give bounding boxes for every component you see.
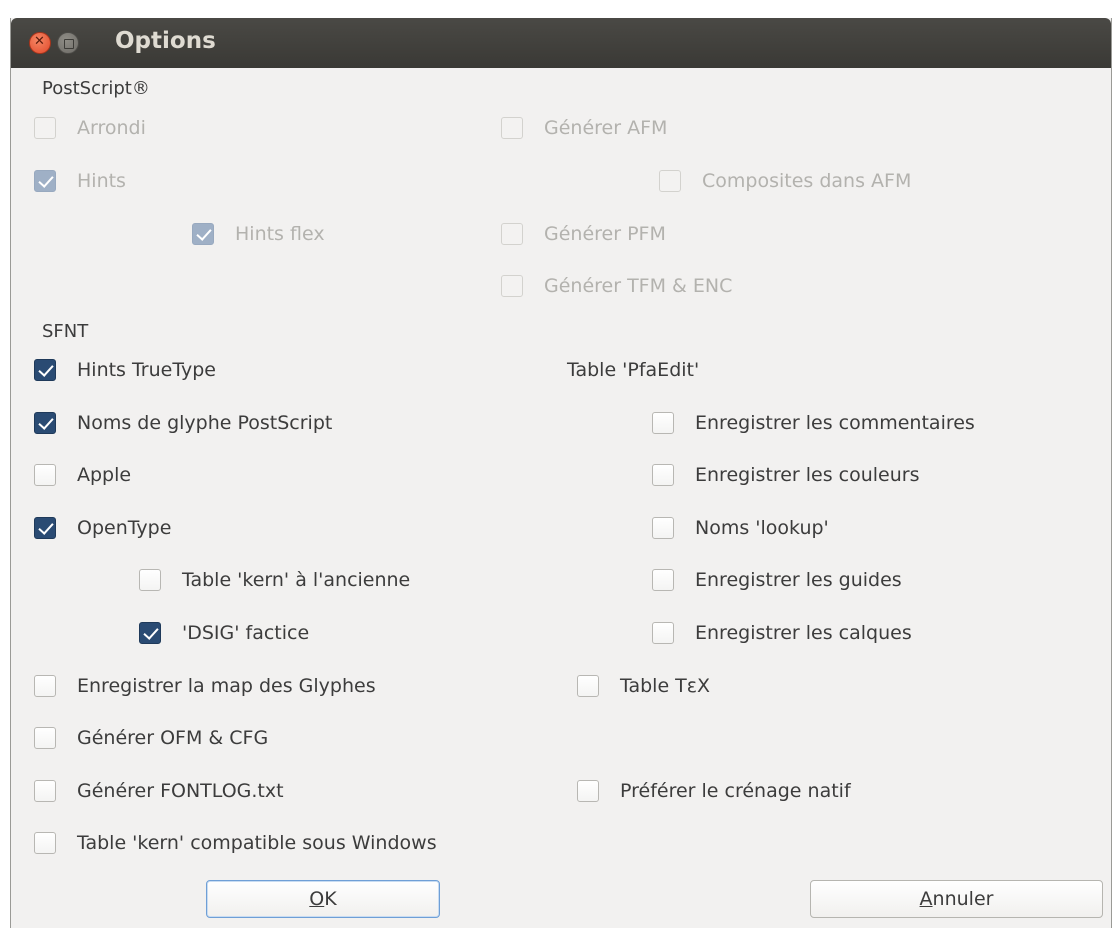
window-title: Options <box>115 28 216 54</box>
checkbox-box[interactable] <box>652 517 674 539</box>
sfnt-heading: SFNT <box>42 321 89 342</box>
checkbox-hints-flex[interactable]: Hints flex <box>192 219 325 249</box>
checkbox-box[interactable] <box>34 359 56 381</box>
checkbox-generer-tfm[interactable]: Générer TFM & ENC <box>501 271 732 301</box>
cancel-mnemonic: A <box>919 888 933 910</box>
title-bar[interactable]: Options <box>11 18 1111 68</box>
checkbox-box[interactable] <box>34 117 56 139</box>
checkbox-label: Préférer le crénage natif <box>620 780 851 802</box>
checkbox-generer-ofm[interactable]: Générer OFM & CFG <box>34 723 268 753</box>
checkbox-noms-lookup[interactable]: Noms 'lookup' <box>652 513 829 543</box>
checkbox-label: Générer AFM <box>544 117 668 139</box>
checkbox-kern-ancienne[interactable]: Table 'kern' à l'ancienne <box>139 565 410 595</box>
checkbox-box[interactable] <box>139 622 161 644</box>
checkbox-map-glyphes[interactable]: Enregistrer la map des Glyphes <box>34 671 376 701</box>
checkbox-box[interactable] <box>34 832 56 854</box>
checkbox-generer-fontlog[interactable]: Générer FONTLOG.txt <box>34 776 284 806</box>
checkbox-box[interactable] <box>192 223 214 245</box>
checkbox-label: Hints <box>77 170 126 192</box>
checkbox-label: Arrondi <box>77 117 146 139</box>
cancel-button[interactable]: Annuler <box>810 880 1103 918</box>
checkbox-enregistrer-guides[interactable]: Enregistrer les guides <box>652 565 902 595</box>
checkbox-label: Enregistrer les guides <box>695 569 902 591</box>
checkbox-box[interactable] <box>501 223 523 245</box>
checkbox-label: Table 'kern' compatible sous Windows <box>77 832 437 854</box>
checkbox-box[interactable] <box>577 675 599 697</box>
checkbox-box[interactable] <box>577 780 599 802</box>
checkbox-box[interactable] <box>139 569 161 591</box>
checkbox-box[interactable] <box>652 622 674 644</box>
checkbox-enregistrer-commentaires[interactable]: Enregistrer les commentaires <box>652 408 975 438</box>
checkbox-box[interactable] <box>652 464 674 486</box>
checkbox-hints-truetype[interactable]: Hints TrueType <box>34 355 216 385</box>
checkbox-noms-glyphe[interactable]: Noms de glyphe PostScript <box>34 408 332 438</box>
checkbox-label: Enregistrer les couleurs <box>695 464 920 486</box>
checkbox-label: Générer FONTLOG.txt <box>77 780 284 802</box>
checkbox-label: Générer OFM & CFG <box>77 727 269 749</box>
checkbox-box[interactable] <box>34 412 56 434</box>
checkbox-box[interactable] <box>34 675 56 697</box>
checkbox-opentype[interactable]: OpenType <box>34 513 171 543</box>
pfaedit-heading: Table 'PfaEdit' <box>567 359 700 381</box>
checkbox-generer-afm[interactable]: Générer AFM <box>501 113 667 143</box>
checkbox-box[interactable] <box>659 170 681 192</box>
checkbox-crenage-natif[interactable]: Préférer le crénage natif <box>577 776 851 806</box>
checkbox-label: Noms de glyphe PostScript <box>77 412 333 434</box>
minimize-icon[interactable] <box>57 32 79 54</box>
checkbox-label: Apple <box>77 464 132 486</box>
checkbox-label: Générer PFM <box>544 223 666 245</box>
checkbox-box[interactable] <box>501 275 523 297</box>
checkbox-label: Noms 'lookup' <box>695 517 829 539</box>
checkbox-enregistrer-calques[interactable]: Enregistrer les calques <box>652 618 912 648</box>
checkbox-label: Table 'kern' à l'ancienne <box>182 569 411 591</box>
ok-button[interactable]: OK <box>206 880 440 918</box>
checkbox-label: Table TεX <box>620 675 711 697</box>
checkbox-label: Enregistrer la map des Glyphes <box>77 675 376 697</box>
checkbox-label: Hints flex <box>235 223 325 245</box>
checkbox-label: OpenType <box>77 517 172 539</box>
checkbox-label: 'DSIG' factice <box>182 622 310 644</box>
checkbox-box[interactable] <box>34 464 56 486</box>
checkbox-box[interactable] <box>652 412 674 434</box>
checkbox-box[interactable] <box>34 780 56 802</box>
checkbox-label: Enregistrer les calques <box>695 622 912 644</box>
checkbox-label: Enregistrer les commentaires <box>695 412 975 434</box>
checkbox-label: Hints TrueType <box>77 359 216 381</box>
dialog-content: PostScript® Arrondi Hints Hints flex Gén… <box>11 68 1111 928</box>
checkbox-hints[interactable]: Hints <box>34 166 126 196</box>
checkbox-box[interactable] <box>501 117 523 139</box>
checkbox-kern-windows[interactable]: Table 'kern' compatible sous Windows <box>34 828 437 858</box>
checkbox-apple[interactable]: Apple <box>34 460 131 490</box>
checkbox-box[interactable] <box>34 170 56 192</box>
checkbox-table-tex[interactable]: Table TεX <box>577 671 710 701</box>
ok-label: K <box>324 888 337 910</box>
checkbox-dsig-factice[interactable]: 'DSIG' factice <box>139 618 309 648</box>
cancel-label: nnuler <box>932 888 994 910</box>
checkbox-box[interactable] <box>34 517 56 539</box>
options-dialog: Options PostScript® Arrondi Hints Hints … <box>10 18 1112 928</box>
checkbox-arrondi[interactable]: Arrondi <box>34 113 146 143</box>
close-icon[interactable] <box>29 32 51 54</box>
checkbox-enregistrer-couleurs[interactable]: Enregistrer les couleurs <box>652 460 920 490</box>
checkbox-label: Générer TFM & ENC <box>544 275 733 297</box>
postscript-heading: PostScript® <box>42 78 150 99</box>
checkbox-label: Composites dans AFM <box>702 170 912 192</box>
checkbox-box[interactable] <box>34 727 56 749</box>
ok-mnemonic: O <box>309 888 325 910</box>
checkbox-box[interactable] <box>652 569 674 591</box>
checkbox-generer-pfm[interactable]: Générer PFM <box>501 219 666 249</box>
checkbox-composites-afm[interactable]: Composites dans AFM <box>659 166 911 196</box>
